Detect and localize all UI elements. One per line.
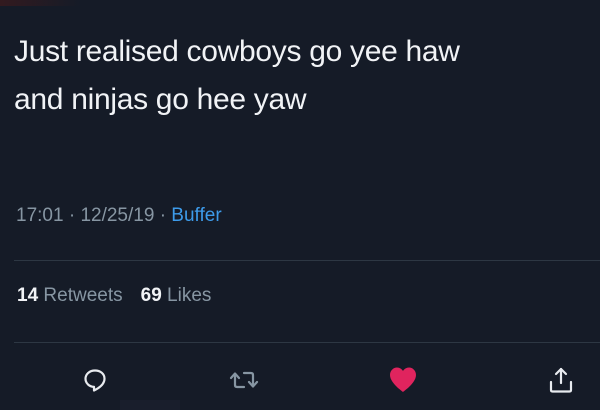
- divider: [14, 342, 600, 343]
- like-button[interactable]: [381, 358, 425, 402]
- likes-label: Likes: [167, 285, 212, 306]
- tweet-time: 17:01: [16, 205, 64, 226]
- retweet-button[interactable]: [222, 358, 266, 402]
- tweet-date: 12/25/19: [80, 205, 155, 226]
- tweet-text-line-2: and ninjas go hee yaw: [14, 83, 307, 116]
- retweets-label: Retweets: [43, 285, 123, 306]
- tweet-actions: [0, 358, 600, 402]
- heart-icon: [390, 367, 416, 392]
- meta-separator: ·: [159, 205, 167, 226]
- reply-icon: [84, 369, 106, 392]
- tweet-source-link[interactable]: Buffer: [171, 205, 221, 226]
- tweet-stats: 14 Retweets 69 Likes: [17, 285, 211, 307]
- likes-count: 69: [140, 285, 162, 306]
- tweet-meta: 17:01 · 12/25/19 · Buffer: [16, 205, 222, 227]
- tweet-text-line-1: Just realised cowboys go yee haw: [14, 35, 460, 68]
- retweets-stat[interactable]: 14 Retweets: [17, 285, 123, 306]
- bottom-edge-shadow: [120, 400, 180, 410]
- tweet-detail: Just realised cowboys go yee haw and nin…: [0, 0, 600, 410]
- meta-separator: ·: [68, 205, 76, 226]
- share-icon: [549, 367, 573, 393]
- likes-stat[interactable]: 69 Likes: [141, 285, 212, 306]
- retweet-icon: [229, 371, 259, 389]
- reply-button[interactable]: [73, 358, 117, 402]
- divider: [14, 260, 600, 261]
- retweets-count: 14: [17, 285, 39, 306]
- avatar-edge: [0, 0, 80, 6]
- tweet-text: Just realised cowboys go yee haw and nin…: [14, 28, 590, 124]
- share-button[interactable]: [539, 358, 583, 402]
